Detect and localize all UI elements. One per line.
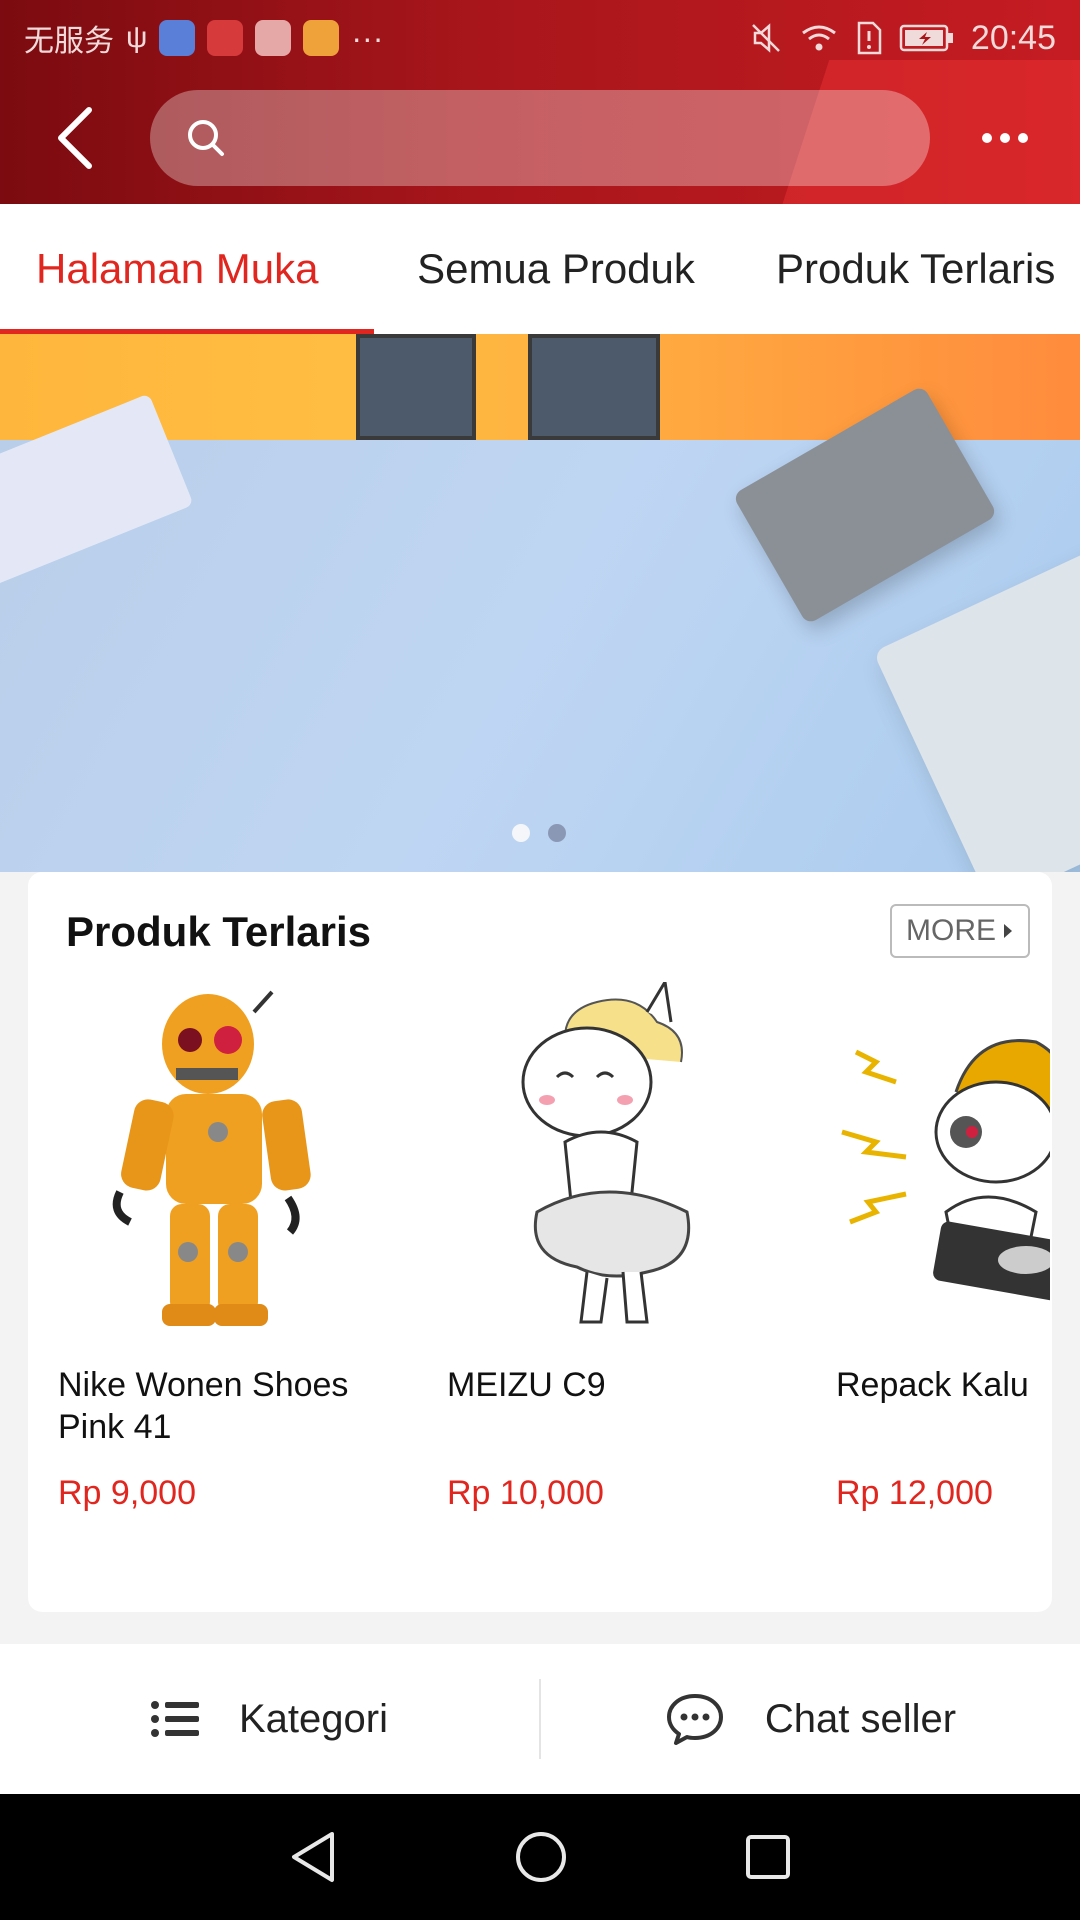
more-dots-icon [982, 133, 1028, 143]
product-image-robot [112, 990, 311, 1326]
nav-recents-icon[interactable] [744, 1833, 792, 1881]
product-card[interactable]: Nike Wonen Shoes Pink 41 Rp 9,000 [58, 982, 418, 1582]
status-bar: 无服务 ψ ··· 20:45 [0, 0, 1080, 76]
system-navigation-bar [0, 1794, 1080, 1920]
best-sellers-section: Produk Terlaris MORE Nike Wonen Shoes Pi… [28, 872, 1052, 1612]
more-notifications-icon: ··· [351, 19, 384, 56]
chat-label: Chat seller [764, 1696, 957, 1741]
tab-best-sellers[interactable]: Produk Terlaris [738, 204, 1055, 334]
more-button[interactable]: MORE [890, 904, 1030, 958]
list-icon [151, 1701, 199, 1737]
product-price: Rp 12,000 [836, 1474, 993, 1512]
promo-banner[interactable] [0, 334, 1080, 872]
product-carousel: Nike Wonen Shoes Pink 41 Rp 9,000 MEIZU … [58, 982, 1050, 1582]
mute-icon [752, 23, 780, 53]
product-name: Nike Wonen Shoes Pink 41 [58, 1366, 349, 1446]
product-price: Rp 9,000 [58, 1474, 196, 1512]
store-tabs: Halaman Muka Semua Produk Produk Terlari… [0, 204, 1080, 334]
carousel-dot-active[interactable] [548, 824, 566, 842]
product-card[interactable]: MEIZU C9 Rp 10,000 [447, 982, 807, 1582]
chat-seller-button[interactable]: Chat seller [541, 1644, 1080, 1794]
carousel-dots [512, 824, 566, 842]
browser-app-icon [159, 20, 196, 56]
search-input[interactable] [242, 119, 882, 157]
product-price: Rp 10,000 [447, 1474, 604, 1512]
product-image-unicorn [521, 982, 691, 1324]
store-action-bar: Kategori Chat seller [0, 1644, 1080, 1794]
overflow-menu-button[interactable] [930, 88, 1080, 188]
shop-app-icon [207, 20, 244, 56]
clock: 20:45 [970, 18, 1056, 57]
back-button[interactable] [0, 88, 150, 188]
cup-app-icon [303, 20, 340, 56]
nav-back-icon[interactable] [288, 1830, 338, 1884]
search-bar[interactable] [150, 90, 930, 186]
wifi-icon [802, 25, 836, 51]
product-name: Repack Kalu [836, 1366, 1029, 1404]
powerbank-image [873, 542, 1080, 872]
tab-all-products[interactable]: Semua Produk [374, 204, 738, 334]
phone-screen-image [356, 334, 476, 440]
product-image-dj-unicorn [841, 1039, 1050, 1303]
nav-home-icon[interactable] [514, 1830, 568, 1884]
top-bar [0, 88, 1080, 188]
tab-home[interactable]: Halaman Muka [0, 204, 374, 334]
chevron-left-icon [58, 107, 92, 169]
product-name: MEIZU C9 [447, 1366, 606, 1404]
battery-icon [899, 24, 953, 52]
app-header: 无服务 ψ ··· 20:45 [0, 0, 1080, 204]
category-button[interactable]: Kategori [0, 1644, 539, 1794]
more-label: MORE [906, 914, 996, 947]
section-title: Produk Terlaris [66, 908, 371, 955]
fm-app-icon [255, 20, 292, 56]
chat-bubble-icon [666, 1694, 723, 1745]
caret-right-icon [1004, 924, 1012, 938]
carrier-text: 无服务 [24, 24, 114, 59]
phone-screen-image [528, 334, 660, 440]
category-label: Kategori [239, 1696, 388, 1741]
search-icon [188, 120, 224, 156]
carousel-dot[interactable] [512, 824, 530, 842]
usb-icon: ψ [126, 21, 148, 54]
sim-alert-icon [857, 21, 882, 55]
product-card[interactable]: Repack Kalu Rp 12,000 [836, 982, 1050, 1582]
